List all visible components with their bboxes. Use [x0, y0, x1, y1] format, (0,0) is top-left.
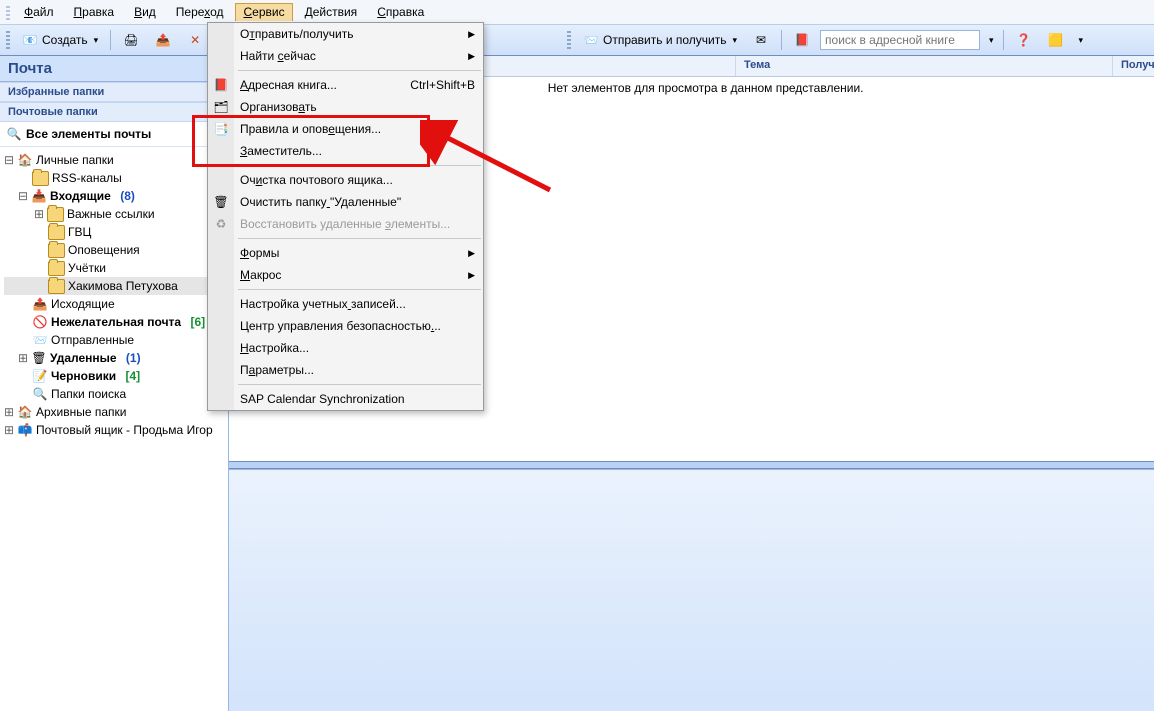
horizontal-splitter[interactable] [229, 461, 1154, 469]
menu-macro[interactable]: Макрос [208, 264, 483, 286]
outbox-icon: 📤 [32, 296, 48, 312]
tree-inbox[interactable]: ⊟📥Входящие (8) [4, 187, 226, 205]
folder-icon [48, 225, 65, 240]
print-button[interactable]: 🖨 [117, 29, 145, 51]
reading-pane [229, 469, 1154, 711]
menu-mailbox-cleanup[interactable]: Очистка почтового ящика... [208, 169, 483, 191]
menubar-grip [6, 4, 10, 20]
rules-icon: 📑 [213, 121, 229, 137]
menu-send-receive[interactable]: Отправить/получить [208, 23, 483, 45]
move-button[interactable]: 📤 [149, 29, 177, 51]
address-book-button[interactable]: 📕 [788, 29, 816, 51]
empty-message: Нет элементов для просмотра в данном пре… [548, 81, 864, 95]
tree-khakimova[interactable]: Хакимова Петухова [4, 277, 226, 295]
menu-file[interactable]: Файл [16, 3, 62, 21]
menu-address-book[interactable]: 📕 Адресная книга...Ctrl+Shift+B [208, 74, 483, 96]
print-icon: 🖨 [123, 32, 139, 48]
folder-icon [48, 243, 65, 258]
toolbar-grip-2 [567, 31, 571, 49]
tree-junk[interactable]: 🚫Нежелательная почта [6] [4, 313, 226, 331]
junk-icon: 🚫 [32, 314, 48, 330]
book-icon: 📕 [213, 77, 229, 93]
mailbox-icon: 📫 [17, 422, 33, 438]
sap-button[interactable]: 🟨 [1042, 29, 1070, 51]
sap-icon: 🟨 [1048, 32, 1064, 48]
sent-icon: 📨 [32, 332, 48, 348]
menu-empty-deleted[interactable]: 🗑 Очистить папку "Удаленные" [208, 191, 483, 213]
tree-archive[interactable]: ⊞🏠Архивные папки [4, 403, 226, 421]
send-receive-button[interactable]: 📨 Отправить и получить [577, 29, 743, 51]
menu-find-now[interactable]: Найти сейчас [208, 45, 483, 67]
drafts-icon: 📝 [32, 368, 48, 384]
search-icon: 🔍 [6, 126, 22, 142]
folder-icon [48, 279, 65, 294]
folder-tree: ⊟🏠Личные папки RSS-каналы ⊟📥Входящие (8)… [0, 147, 228, 443]
search-folder-icon: 🔍 [32, 386, 48, 402]
mail-folders-header[interactable]: Почтовые папки [0, 102, 228, 122]
new-button[interactable]: 📧 Создать [16, 29, 104, 51]
tree-gvc[interactable]: ГВЦ [4, 223, 226, 241]
menu-delegate[interactable]: Заместитель... [208, 140, 483, 162]
tree-personal-folders[interactable]: ⊟🏠Личные папки [4, 151, 226, 169]
menu-options[interactable]: Параметры... [208, 359, 483, 381]
tree-links[interactable]: ⊞Важные ссылки [4, 205, 226, 223]
help-icon: ❓ [1016, 32, 1032, 48]
tree-outbox[interactable]: 📤Исходящие [4, 295, 226, 313]
address-search-input[interactable] [820, 30, 980, 50]
send-receive-icon: 📨 [583, 32, 599, 48]
delete-icon: ✕ [187, 32, 203, 48]
tree-sent[interactable]: 📨Отправленные [4, 331, 226, 349]
envelope-icon: ✉ [753, 32, 769, 48]
inbox-icon: 📥 [31, 188, 47, 204]
tree-deleted[interactable]: ⊞🗑Удаленные (1) [4, 349, 226, 367]
menu-trust-center[interactable]: Центр управления безопасностью... [208, 315, 483, 337]
toolbar-grip [6, 31, 10, 49]
menu-actions[interactable]: Действия [297, 3, 366, 21]
recover-icon: ♻ [213, 216, 229, 232]
col-subject[interactable]: Тема [736, 56, 1113, 76]
tree-accounts[interactable]: Учётки [4, 259, 226, 277]
move-icon: 📤 [155, 32, 171, 48]
fav-folders-header[interactable]: Избранные папки [0, 82, 228, 102]
menu-tools[interactable]: Сервис [235, 3, 292, 21]
menu-sap-sync[interactable]: SAP Calendar Synchronization [208, 388, 483, 410]
all-mail-items[interactable]: 🔍 Все элементы почты [0, 122, 228, 147]
empty-trash-icon: 🗑 [213, 194, 229, 210]
tools-menu: Отправить/получить Найти сейчас 📕 Адресн… [207, 22, 484, 411]
tree-alerts[interactable]: Оповещения [4, 241, 226, 259]
nav-title: Почта [0, 56, 228, 82]
toolbar: 📧 Создать 🖨 📤 ✕ ↩ От 📨 Отправить и получ… [0, 24, 1154, 56]
tree-drafts[interactable]: 📝Черновики [4] [4, 367, 226, 385]
menu-view[interactable]: Вид [126, 3, 164, 21]
organize-icon: 🗂 [213, 99, 229, 115]
sap-dropdown[interactable] [1074, 32, 1087, 49]
navigation-pane: Почта Избранные папки Почтовые папки 🔍 В… [0, 56, 229, 711]
outlook-icon: 🏠 [17, 404, 33, 420]
help-button[interactable]: ❓ [1010, 29, 1038, 51]
menu-customize[interactable]: Настройка... [208, 337, 483, 359]
menu-goto[interactable]: Переход [168, 3, 232, 21]
menu-forms[interactable]: Формы [208, 242, 483, 264]
mail-icon: 📧 [22, 32, 38, 48]
folder-icon [47, 207, 64, 222]
trash-icon: 🗑 [31, 350, 47, 366]
categorize-button[interactable]: ✉ [747, 29, 775, 51]
folder-icon [32, 171, 49, 186]
menu-edit[interactable]: Правка [66, 3, 123, 21]
delete-button[interactable]: ✕ [181, 29, 209, 51]
book-icon: 📕 [794, 32, 810, 48]
menu-organize[interactable]: 🗂 Организовать [208, 96, 483, 118]
folder-icon [48, 261, 65, 276]
tree-mailbox2[interactable]: ⊞📫Почтовый ящик - Продьма Игор [4, 421, 226, 439]
tree-rss[interactable]: RSS-каналы [4, 169, 226, 187]
menu-rules-alerts[interactable]: 📑 Правила и оповещения... [208, 118, 483, 140]
outlook-icon: 🏠 [17, 152, 33, 168]
menu-recover-deleted: ♻ Восстановить удаленные элементы... [208, 213, 483, 235]
search-dropdown[interactable] [984, 32, 997, 49]
tree-search-folders[interactable]: 🔍Папки поиска [4, 385, 226, 403]
menu-help[interactable]: Справка [369, 3, 432, 21]
menu-account-settings[interactable]: Настройка учетных записей... [208, 293, 483, 315]
menubar: Файл Правка Вид Переход Сервис Действия … [0, 0, 1154, 24]
col-received[interactable]: Получено [1113, 56, 1154, 76]
